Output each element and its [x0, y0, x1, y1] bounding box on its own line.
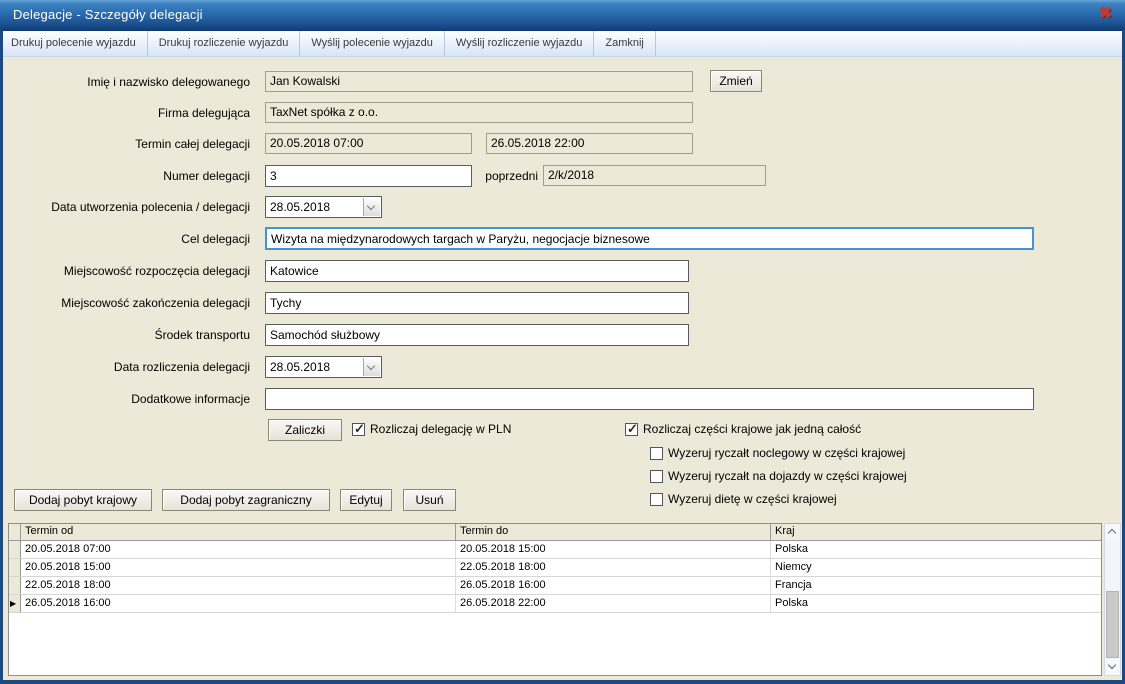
- additional-info-label: Dodatkowe informacje: [0, 392, 250, 406]
- toolbar: Drukuj polecenie wyjazdu Drukuj rozlicze…: [0, 30, 1125, 57]
- transport-label: Środek transportu: [0, 328, 250, 342]
- column-header-term-from[interactable]: Termin od: [21, 524, 456, 540]
- chevron-down-icon: [1108, 661, 1116, 669]
- transport-input[interactable]: Samochód służbowy: [265, 324, 689, 346]
- cell-country: Francja: [771, 577, 1101, 594]
- previous-number-field: 2/k/2018: [543, 165, 766, 186]
- scroll-down-button[interactable]: [1105, 659, 1120, 675]
- previous-number-label: poprzedni: [430, 169, 538, 183]
- end-city-input[interactable]: Tychy: [265, 292, 689, 314]
- window-border-bottom: [0, 680, 1125, 684]
- creation-date-dropdown-button[interactable]: [363, 198, 380, 216]
- change-delegate-button[interactable]: Zmień: [710, 70, 762, 92]
- cell-term-to: 26.05.2018 16:00: [456, 577, 771, 594]
- cell-term-to: 20.05.2018 15:00: [456, 541, 771, 558]
- cell-term-from: 22.05.2018 18:00: [21, 577, 456, 594]
- table-row[interactable]: 20.05.2018 15:00 22.05.2018 18:00 Niemcy: [9, 559, 1101, 577]
- table-row[interactable]: 20.05.2018 07:00 20.05.2018 15:00 Polska: [9, 541, 1101, 559]
- company-field: TaxNet spółka z o.o.: [265, 102, 693, 123]
- creation-date-value: 28.05.2018: [270, 200, 330, 214]
- settlement-date-label: Data rozliczenia delegacji: [0, 360, 250, 374]
- row-selector-cell: [9, 559, 21, 576]
- toolbar-button-print-travel-order[interactable]: Drukuj polecenie wyjazdu: [0, 31, 148, 56]
- row-selector-cell: [9, 541, 21, 558]
- checkbox-settle-domestic-as-whole[interactable]: ✓ Rozliczaj części krajowe jak jedną cał…: [625, 422, 861, 436]
- cell-term-to: 26.05.2018 22:00: [456, 595, 771, 612]
- toolbar-button-close[interactable]: Zamknij: [594, 31, 656, 56]
- delegate-name-label: Imię i nazwisko delegowanego: [0, 75, 250, 89]
- delete-stay-button[interactable]: Usuń: [403, 489, 456, 511]
- checkbox-zero-lodging-lump-sum[interactable]: Wyzeruj ryczałt noclegowy w części krajo…: [650, 446, 905, 460]
- stays-table: Termin od Termin do Kraj 20.05.2018 07:0…: [8, 523, 1102, 676]
- advances-button[interactable]: Zaliczki: [268, 419, 342, 441]
- cell-term-from: 20.05.2018 15:00: [21, 559, 456, 576]
- end-city-label: Miejscowość zakończenia delegacji: [0, 296, 250, 310]
- table-row[interactable]: 22.05.2018 18:00 26.05.2018 16:00 Francj…: [9, 577, 1101, 595]
- cell-country: Niemcy: [771, 559, 1101, 576]
- term-from-field: 20.05.2018 07:00: [265, 133, 472, 154]
- cell-term-from: 26.05.2018 16:00: [21, 595, 456, 612]
- delegate-name-field: Jan Kowalski: [265, 71, 693, 92]
- row-selector-cell: ▶: [9, 595, 21, 612]
- column-header-country[interactable]: Kraj: [771, 524, 1101, 540]
- cell-country: Polska: [771, 541, 1101, 558]
- scroll-up-button[interactable]: [1105, 524, 1120, 540]
- cell-country: Polska: [771, 595, 1101, 612]
- term-to-field: 26.05.2018 22:00: [486, 133, 693, 154]
- start-city-label: Miejscowość rozpoczęcia delegacji: [0, 264, 250, 278]
- row-selector-arrow-icon: ▶: [10, 599, 16, 608]
- cell-term-to: 22.05.2018 18:00: [456, 559, 771, 576]
- edit-stay-button[interactable]: Edytuj: [340, 489, 392, 511]
- scrollbar-thumb[interactable]: [1106, 591, 1119, 658]
- close-icon[interactable]: ✖: [1099, 5, 1112, 23]
- checkbox-icon: ✓: [625, 423, 638, 436]
- purpose-label: Cel delegacji: [0, 232, 250, 246]
- checkbox-icon: [650, 447, 663, 460]
- table-row-selected[interactable]: ▶ 26.05.2018 16:00 26.05.2018 22:00 Pols…: [9, 595, 1101, 613]
- settlement-date-combo[interactable]: 28.05.2018: [265, 356, 382, 378]
- stays-table-header: Termin od Termin do Kraj: [9, 524, 1101, 541]
- toolbar-button-print-travel-settlement[interactable]: Drukuj rozliczenie wyjazdu: [148, 31, 301, 56]
- checkbox-zero-diet[interactable]: Wyzeruj dietę w części krajowej: [650, 492, 837, 506]
- add-foreign-stay-button[interactable]: Dodaj pobyt zagraniczny: [162, 489, 330, 511]
- add-domestic-stay-button[interactable]: Dodaj pobyt krajowy: [14, 489, 152, 511]
- number-label: Numer delegacji: [0, 169, 250, 183]
- toolbar-button-send-travel-order[interactable]: Wyślij polecenie wyjazdu: [300, 31, 445, 56]
- window-title: Delegacje - Szczegóły delegacji: [13, 7, 203, 22]
- vertical-scrollbar[interactable]: [1104, 523, 1121, 676]
- start-city-input[interactable]: Katowice: [265, 260, 689, 282]
- toolbar-button-send-travel-settlement[interactable]: Wyślij rozliczenie wyjazdu: [445, 31, 594, 56]
- window-border-left: [0, 30, 3, 684]
- selector-column-header: [9, 524, 21, 540]
- row-selector-cell: [9, 577, 21, 594]
- checkbox-icon: [650, 493, 663, 506]
- checkbox-zero-commute-lump-sum[interactable]: Wyzeruj ryczałt na dojazdy w części kraj…: [650, 469, 907, 483]
- term-label: Termin całej delegacji: [0, 137, 250, 151]
- creation-date-combo[interactable]: 28.05.2018: [265, 196, 382, 218]
- purpose-input[interactable]: Wizyta na międzynarodowych targach w Par…: [265, 227, 1034, 250]
- checkbox-settle-in-pln[interactable]: ✓ Rozliczaj delegację w PLN: [352, 422, 511, 436]
- chevron-down-icon: [367, 362, 375, 370]
- checkbox-icon: ✓: [352, 423, 365, 436]
- settlement-date-value: 28.05.2018: [270, 360, 330, 374]
- cell-term-from: 20.05.2018 07:00: [21, 541, 456, 558]
- company-label: Firma delegująca: [0, 106, 250, 120]
- checkbox-icon: [650, 470, 663, 483]
- additional-info-input[interactable]: [265, 388, 1034, 410]
- column-header-term-to[interactable]: Termin do: [456, 524, 771, 540]
- delegation-details-window: Delegacje - Szczegóły delegacji ✖ Drukuj…: [0, 0, 1125, 684]
- settlement-date-dropdown-button[interactable]: [363, 358, 380, 376]
- creation-date-label: Data utworzenia polecenia / delegacji: [0, 200, 250, 214]
- titlebar: Delegacje - Szczegóły delegacji ✖: [0, 0, 1125, 30]
- chevron-down-icon: [367, 202, 375, 210]
- chevron-up-icon: [1108, 529, 1116, 537]
